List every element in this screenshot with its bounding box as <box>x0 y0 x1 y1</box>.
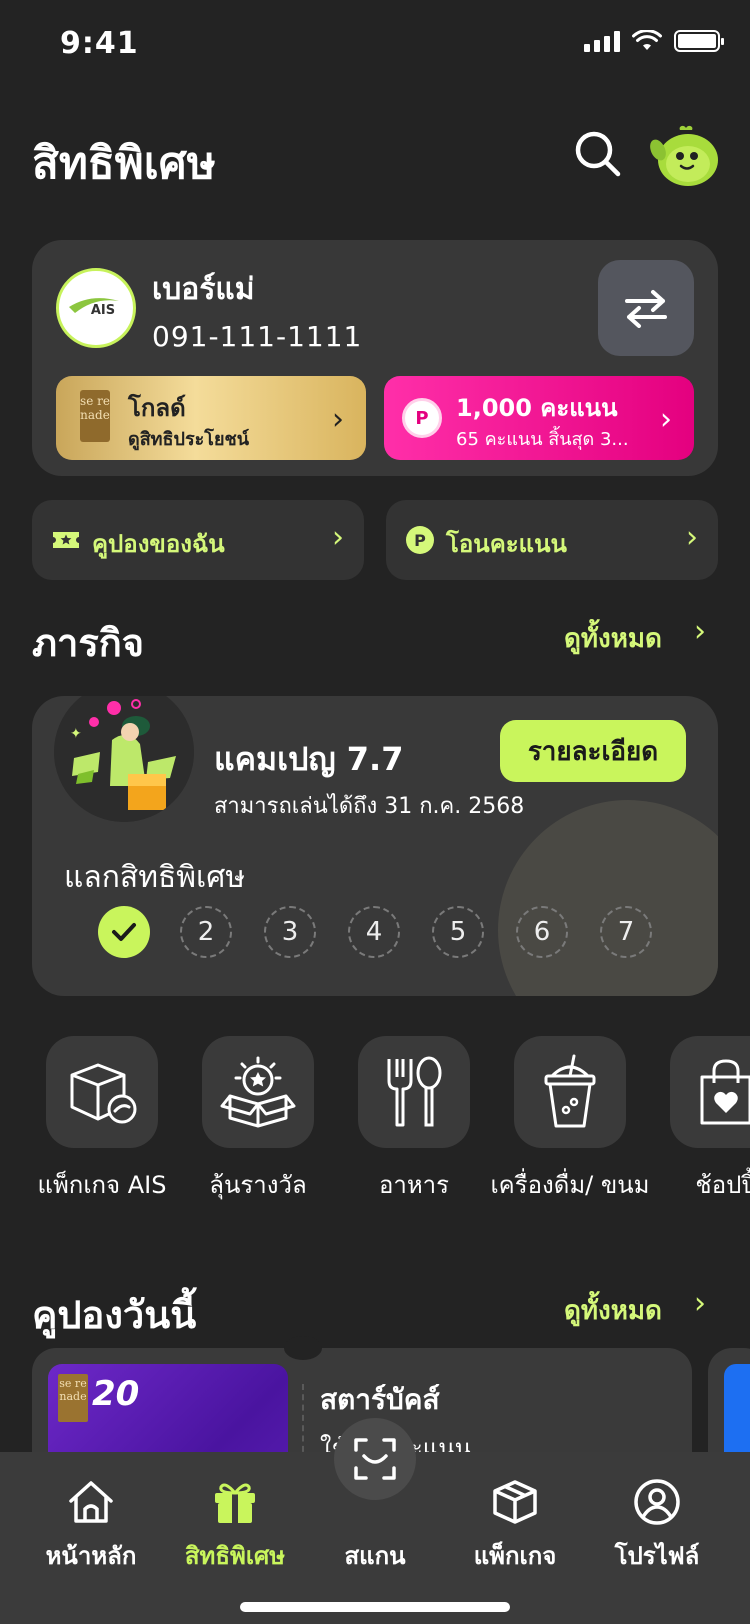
category-shopping[interactable]: ช้อปปิ้ <box>670 1036 750 1199</box>
serenade-logo: se re nade <box>80 390 110 442</box>
ais-logo: AIS <box>56 268 136 348</box>
home-indicator <box>240 1602 510 1612</box>
gift-icon <box>215 1483 255 1523</box>
signal-icon <box>584 30 620 52</box>
fork-spoon-icon <box>387 1056 442 1127</box>
transfer-points-label: โอนคะแนน <box>446 530 567 558</box>
switch-account-button[interactable] <box>598 260 694 356</box>
step-7: 7 <box>600 906 652 958</box>
package-icon <box>70 1063 137 1124</box>
nav-profile-label: โปรไฟล์ <box>614 1542 700 1570</box>
campaign-name: แคมเปญ 7.7 <box>214 740 404 778</box>
campaign-card[interactable]: ✦ แคมเปญ 7.7 สามารถเล่นได้ถึง 31 ก.ค. 25… <box>32 696 718 996</box>
category-lucky-draw[interactable]: ลุ้นรางวัล <box>202 1036 314 1199</box>
nav-privileges-label: สิทธิพิเศษ <box>184 1542 286 1570</box>
account-number: 091-111-1111 <box>152 320 363 353</box>
scan-button[interactable] <box>334 1418 416 1500</box>
scan-icon <box>354 1438 396 1480</box>
chevron-right-icon[interactable]: › <box>694 614 706 649</box>
category-ais-package[interactable]: แพ็กเกจ AIS <box>38 1036 166 1199</box>
coupons-section-title: คูปองวันนี้ <box>32 1293 197 1337</box>
category-drinks-snacks[interactable]: เครื่องดื่ม/ ขนม <box>490 1036 650 1199</box>
mission-section-title: ภารกิจ <box>32 621 145 665</box>
tier-name: โกลด์ <box>128 394 186 422</box>
nav-home-label: หน้าหลัก <box>45 1542 137 1570</box>
points-icon: P <box>406 526 434 554</box>
category-food[interactable]: อาหาร <box>358 1036 470 1199</box>
mission-see-all-link[interactable]: ดูทั้งหมด <box>564 618 662 659</box>
swap-arrows-icon <box>625 290 667 328</box>
prize-box-icon <box>220 1056 296 1128</box>
profile-icon <box>634 1479 680 1525</box>
nav-home[interactable]: หน้าหลัก <box>16 1476 166 1575</box>
coupons-see-all-link[interactable]: ดูทั้งหมด <box>564 1290 662 1331</box>
nav-privileges[interactable]: สิทธิพิเศษ <box>160 1476 310 1575</box>
tier-benefits-link: ดูสิทธิประโยชน์ <box>128 429 250 450</box>
drink-cup-icon <box>544 1054 596 1128</box>
points-expiry: 65 คะแนน สิ้นสุด 3... <box>456 429 629 450</box>
points-value: 1,000 คะแนน <box>456 394 618 422</box>
check-icon <box>112 923 136 941</box>
campaign-illustration: ✦ <box>54 696 194 822</box>
nav-package-label: แพ็กเกจ <box>473 1542 557 1570</box>
step-2: 2 <box>180 906 232 958</box>
step-3: 3 <box>264 906 316 958</box>
chevron-right-icon[interactable]: › <box>694 1286 706 1321</box>
svg-text:✦: ✦ <box>70 726 82 742</box>
chevron-right-icon: › <box>332 520 344 555</box>
box-icon <box>493 1480 537 1524</box>
decorative-circle <box>498 800 718 996</box>
status-time: 9:41 <box>60 26 139 61</box>
mascot-avatar[interactable] <box>650 124 722 188</box>
chevron-right-icon: › <box>332 402 344 437</box>
nav-profile[interactable]: โปรไฟล์ <box>582 1476 732 1575</box>
coupon-brand: สตาร์บัคส์ <box>320 1383 440 1416</box>
transfer-points-link[interactable]: P โอนคะแนน › <box>386 500 718 580</box>
anniversary-badge: 20 <box>92 1374 140 1414</box>
my-coupons-link[interactable]: คูปองของฉัน › <box>32 500 364 580</box>
search-icon[interactable] <box>572 128 624 180</box>
chevron-right-icon: › <box>660 402 672 437</box>
status-icons <box>584 30 724 52</box>
step-5: 5 <box>432 906 484 958</box>
account-name: เบอร์แม่ <box>152 272 255 307</box>
chevron-right-icon: › <box>686 520 698 555</box>
home-icon <box>69 1481 113 1523</box>
wifi-icon <box>632 30 662 50</box>
coupon-notch <box>284 1336 322 1360</box>
page-title: สิทธิพิเศษ <box>32 138 216 189</box>
battery-icon <box>674 30 724 52</box>
ais-swoosh-icon <box>69 298 119 313</box>
nav-package[interactable]: แพ็กเกจ <box>440 1476 590 1575</box>
points-icon: P <box>402 398 442 438</box>
my-coupons-label: คูปองของฉัน <box>92 530 225 558</box>
shopping-bag-icon <box>700 1059 750 1125</box>
campaign-detail-button[interactable]: รายละเอียด <box>500 720 686 782</box>
points-card[interactable]: P 1,000 คะแนน 65 คะแนน สิ้นสุด 3... › <box>384 376 694 460</box>
step-completed <box>98 906 150 958</box>
step-6: 6 <box>516 906 568 958</box>
step-4: 4 <box>348 906 400 958</box>
serenade-logo: se re nade <box>58 1374 88 1422</box>
tier-card[interactable]: se re nade โกลด์ ดูสิทธิประโยชน์ › <box>56 376 366 460</box>
redeem-title: แลกสิทธิพิเศษ <box>64 860 246 895</box>
category-label: ช้อปปิ้ <box>695 1171 750 1199</box>
nav-scan-label: สแกน <box>344 1542 406 1570</box>
ticket-icon <box>53 532 79 548</box>
campaign-date: สามารถเล่นได้ถึง 31 ก.ค. 2568 <box>214 794 525 819</box>
